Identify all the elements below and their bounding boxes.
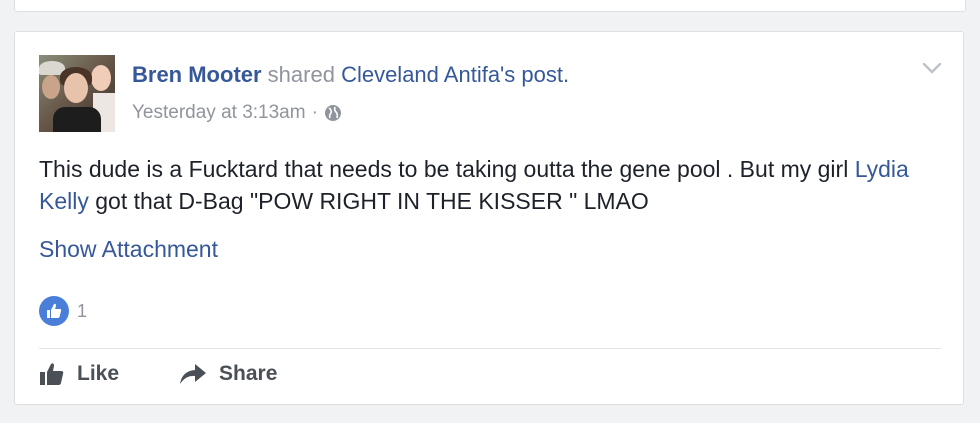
chevron-down-icon[interactable] xyxy=(921,60,943,76)
reactions-summary[interactable]: 1 xyxy=(39,296,87,326)
shared-page-link[interactable]: Cleveland Antifa's post. xyxy=(341,62,569,87)
divider xyxy=(39,348,941,349)
thumbs-up-icon xyxy=(40,363,64,385)
share-button[interactable]: Share xyxy=(179,362,277,386)
previous-post-card xyxy=(14,0,966,12)
reaction-count: 1 xyxy=(77,300,88,321)
like-button[interactable]: Like xyxy=(39,362,119,386)
post-card: Bren Mooter shared Cleveland Antifa's po… xyxy=(14,31,964,405)
post-header: Bren Mooter shared Cleveland Antifa's po… xyxy=(132,62,569,88)
post-actions: Like Share xyxy=(39,362,337,386)
like-label: Like xyxy=(77,362,120,385)
post-meta: Yesterday at 3:13am · xyxy=(132,102,342,124)
like-reaction-icon xyxy=(39,296,69,326)
post-body: This dude is a Fucktard that needs to be… xyxy=(39,153,949,217)
meta-separator: · xyxy=(311,102,318,123)
shared-text: shared xyxy=(261,62,342,87)
timestamp-link[interactable]: Yesterday at 3:13am xyxy=(132,102,306,124)
show-attachment-link[interactable]: Show Attachment xyxy=(39,236,218,263)
globe-icon[interactable] xyxy=(324,104,342,122)
avatar[interactable] xyxy=(39,55,115,132)
share-label: Share xyxy=(219,362,278,385)
post-text-part1: This dude is a Fucktard that needs to be… xyxy=(39,156,855,182)
post-text-part2: got that D-Bag "POW RIGHT IN THE KISSER … xyxy=(88,188,649,214)
author-name-link[interactable]: Bren Mooter xyxy=(132,62,262,87)
share-arrow-icon xyxy=(180,364,207,384)
